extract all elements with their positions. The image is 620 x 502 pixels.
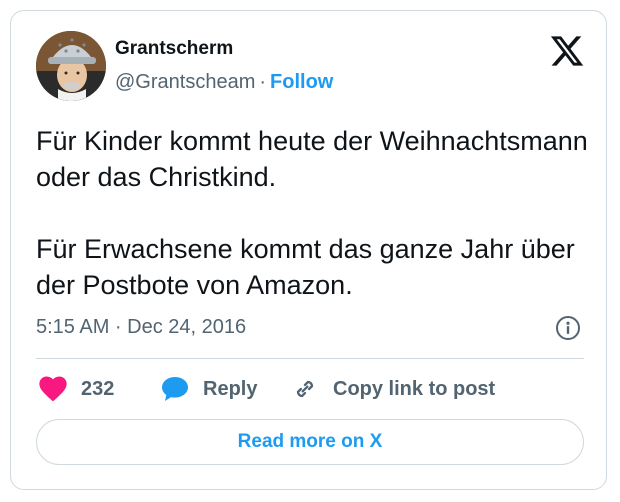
speech-bubble-icon [162,377,188,401]
heart-icon [39,376,67,402]
like-button[interactable]: 232 [39,371,114,407]
tweet-card: Grantscherm @Grantscheam · Follow Für Kind… [10,10,607,490]
copy-link-button[interactable]: Copy link to post [291,371,495,407]
link-icon [296,380,314,398]
author-display-name[interactable]: Grantscherm [115,38,233,60]
read-more-button[interactable]: Read more on X [36,419,584,465]
avatar-image [36,31,106,101]
avatar[interactable] [36,31,106,101]
author-handle[interactable]: @Grantscheam [115,71,255,93]
reply-label: Reply [203,377,258,400]
tweet-paragraph: Für Erwachsene kommt das ganze Jahr über… [36,234,575,300]
like-count: 232 [81,377,115,400]
author-handle-row: @Grantscheam · Follow [115,71,333,94]
tweet-timestamp[interactable]: 5:15 AM · Dec 24, 2016 [36,316,246,339]
copy-link-label: Copy link to post [333,377,496,400]
reply-button[interactable]: Reply [161,371,257,407]
tweet-text: Für Kinder kommt heute der Weihnachtsman… [36,123,596,303]
x-logo-icon[interactable] [549,33,585,69]
info-icon[interactable] [555,315,581,341]
divider [36,358,584,359]
tweet-paragraph: Für Kinder kommt heute der Weihnachtsman… [36,126,588,192]
handle-separator: · [259,71,267,93]
follow-button[interactable]: Follow [270,71,333,93]
